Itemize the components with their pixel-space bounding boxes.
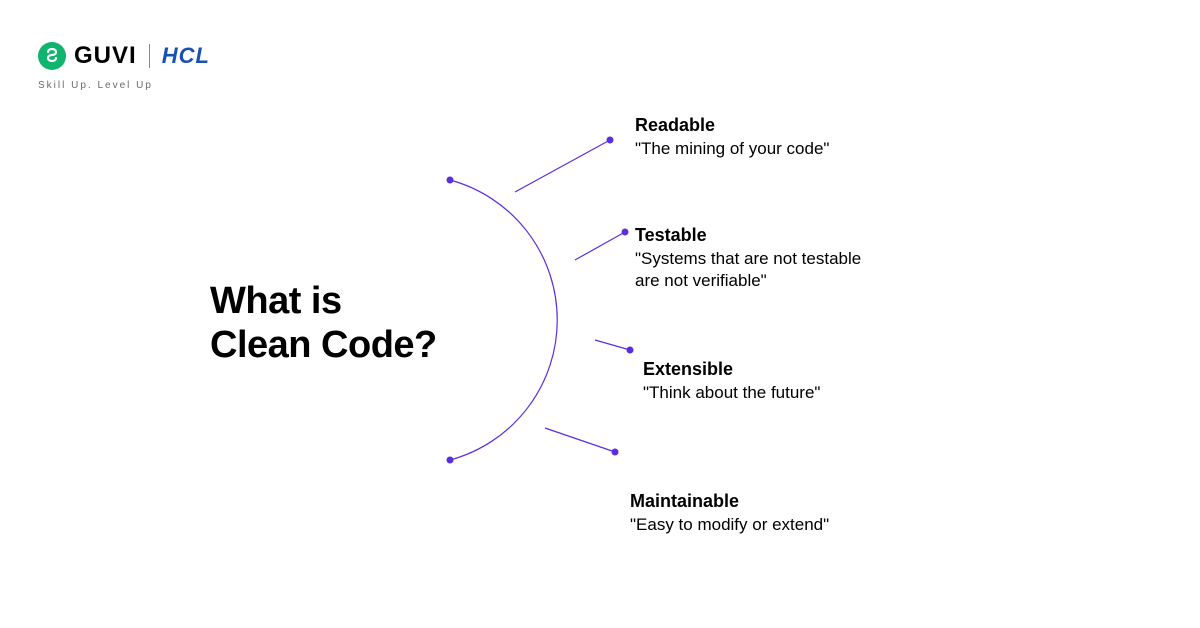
concept-maintainable: Maintainable "Easy to modify or extend": [630, 491, 861, 535]
concept-title: Maintainable: [630, 491, 861, 512]
concept-extensible: Extensible "Think about the future": [643, 359, 861, 403]
header: GUVI HCL Skill Up. Level Up: [38, 42, 210, 91]
concept-title: Testable: [635, 225, 861, 246]
concept-testable: Testable "Systems that are not testable …: [635, 225, 861, 291]
hcl-brand-text: HCL: [162, 43, 210, 69]
guvi-brand-text: GUVI: [74, 42, 137, 70]
concept-desc: "Systems that are not testable are not v…: [635, 248, 861, 291]
concept-desc: "Easy to modify or extend": [630, 514, 861, 535]
concept-readable: Readable "The mining of your code": [635, 115, 861, 159]
concept-title: Readable: [635, 115, 861, 136]
logo-row: GUVI HCL: [38, 42, 210, 70]
guvi-icon: [38, 42, 66, 70]
concept-desc: "Think about the future": [643, 382, 861, 403]
logo-divider: [149, 44, 150, 68]
main-title: What is Clean Code?: [210, 280, 437, 367]
guvi-logo: GUVI: [38, 42, 137, 70]
concepts-list: Readable "The mining of your code" Testa…: [635, 115, 861, 535]
tagline: Skill Up. Level Up: [38, 80, 210, 91]
concept-title: Extensible: [643, 359, 861, 380]
concept-desc: "The mining of your code": [635, 138, 861, 159]
title-line-2: Clean Code?: [210, 324, 437, 368]
title-line-1: What is: [210, 280, 437, 324]
